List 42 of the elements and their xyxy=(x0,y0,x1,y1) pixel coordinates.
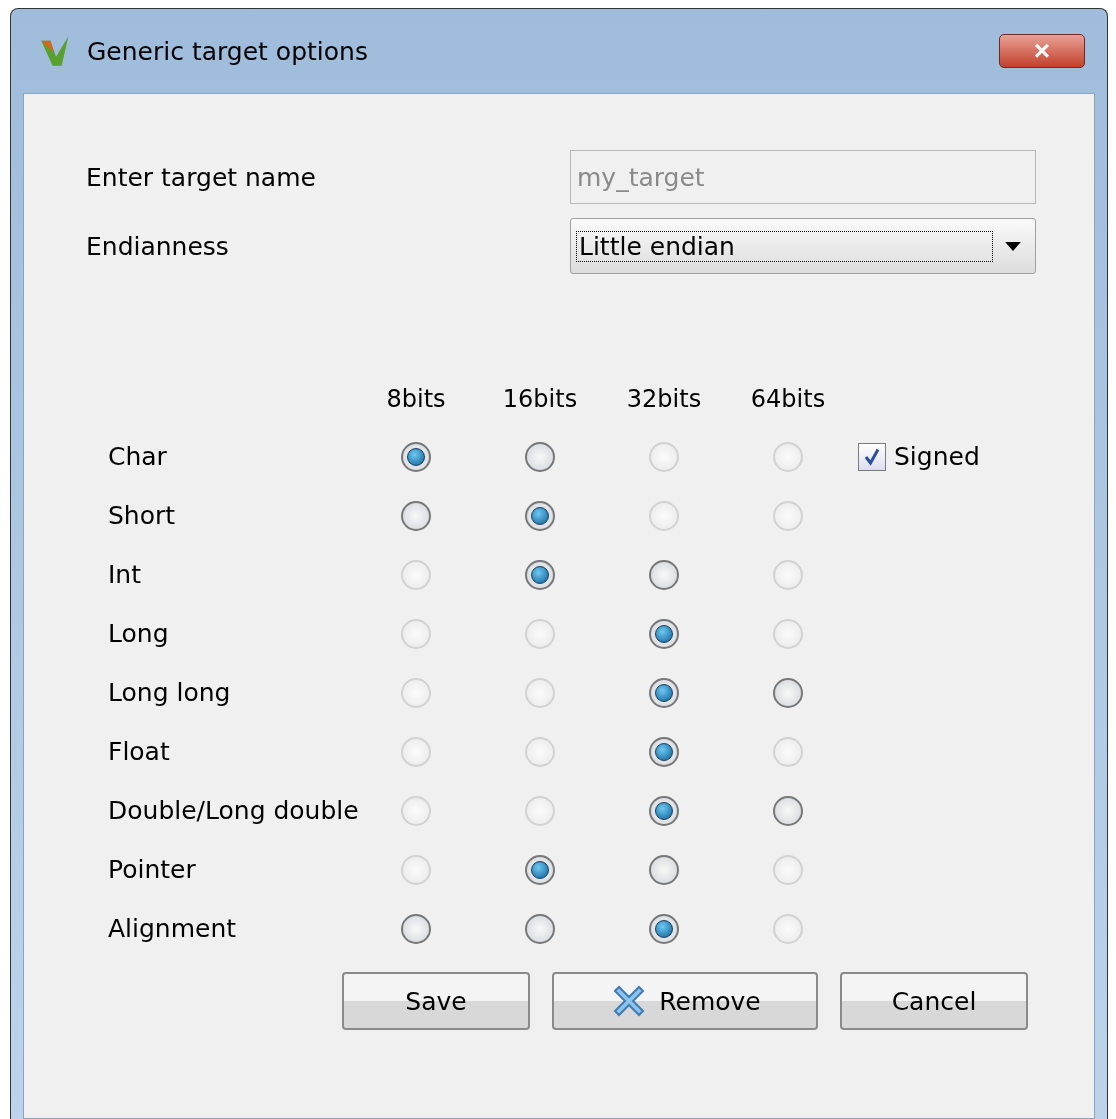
radio-button[interactable] xyxy=(649,559,679,590)
row-label: Int xyxy=(108,560,143,589)
row-label: Float xyxy=(108,737,171,766)
checkmark-icon xyxy=(863,447,881,466)
radio-button[interactable] xyxy=(649,795,679,826)
field-label: Enter target name xyxy=(86,162,317,192)
row-label: Long long xyxy=(108,678,232,707)
column-header: 32bits xyxy=(625,385,703,415)
dialog-button[interactable]: Save xyxy=(342,972,530,1030)
window-title: Generic target options xyxy=(87,36,369,66)
radio-button[interactable] xyxy=(649,854,679,885)
radio-button[interactable] xyxy=(773,677,803,708)
caret-icon xyxy=(1005,241,1021,251)
row-label: Char xyxy=(108,442,168,471)
radio-button[interactable] xyxy=(525,854,555,885)
radio-button[interactable] xyxy=(773,795,803,826)
row-label: Double/Long double xyxy=(108,796,360,825)
row-label: Short xyxy=(108,501,177,530)
remove-button[interactable]: Remove xyxy=(552,972,818,1030)
dialog-button[interactable]: Cancel xyxy=(840,972,1028,1030)
column-header: 8bits xyxy=(385,385,447,415)
radio-button[interactable] xyxy=(649,677,679,708)
radio-button[interactable] xyxy=(401,441,431,472)
target-name-field[interactable]: my_target xyxy=(570,150,1036,204)
radio-button[interactable] xyxy=(525,500,555,531)
radio-button[interactable] xyxy=(401,500,431,531)
field-label: Endianness xyxy=(86,231,230,261)
row-label: Pointer xyxy=(108,855,197,884)
checkbox-label[interactable]: Signed xyxy=(894,442,980,471)
radio-button[interactable] xyxy=(525,441,555,472)
column-header: 64bits xyxy=(749,385,827,415)
column-header: 16bits xyxy=(501,385,579,415)
radio-button[interactable] xyxy=(525,559,555,590)
radio-button[interactable] xyxy=(401,913,431,944)
checkbox[interactable] xyxy=(858,442,886,471)
radio-button[interactable] xyxy=(649,618,679,649)
row-label: Alignment xyxy=(108,914,238,943)
radio-button[interactable] xyxy=(649,736,679,767)
endianness-dropdown[interactable]: Little endian xyxy=(570,218,1036,274)
row-label: Long xyxy=(108,619,170,648)
radio-button[interactable] xyxy=(525,913,555,944)
radio-button[interactable] xyxy=(649,913,679,944)
